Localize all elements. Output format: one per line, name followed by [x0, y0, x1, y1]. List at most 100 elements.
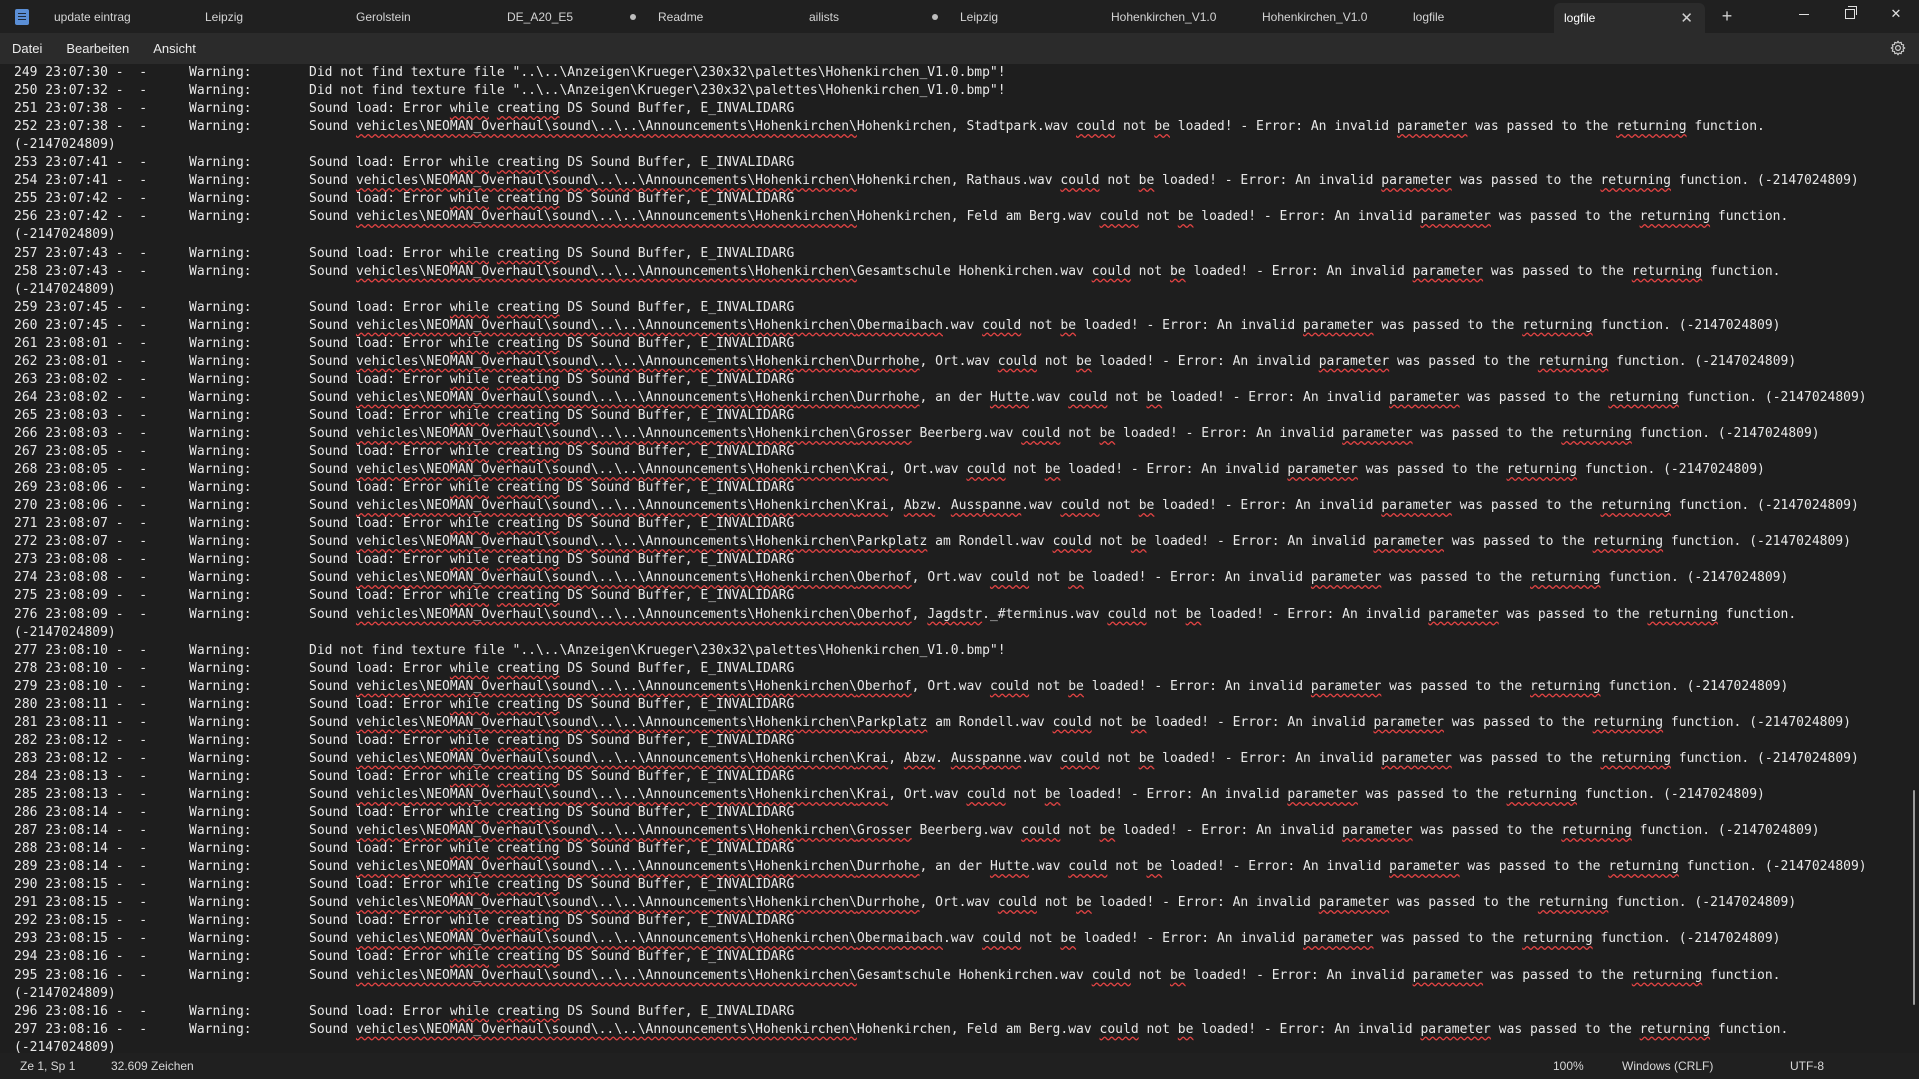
log-timestamp: 277 23:08:10 - - — [14, 642, 148, 658]
log-timestamp: 282 23:08:12 - - — [14, 732, 148, 748]
log-timestamp: 276 23:08:09 - - — [14, 606, 148, 622]
menu-edit[interactable]: Bearbeiten — [54, 33, 141, 64]
log-timestamp: 261 23:08:01 - - — [14, 335, 148, 351]
log-timestamp: (-2147024809) — [14, 1039, 116, 1053]
log-level: Warning: — [189, 498, 252, 514]
log-level: Warning: — [189, 841, 252, 857]
log-level: Warning: — [189, 877, 252, 893]
log-timestamp: 290 23:08:15 - - — [14, 877, 148, 893]
log-message: Sound vehicles\NEOMAN_Overhaul\sound\..\… — [309, 173, 1859, 189]
tab-9[interactable]: logfile — [1403, 0, 1554, 33]
log-level: Warning: — [189, 732, 252, 748]
maximize-button[interactable] — [1827, 0, 1873, 28]
tab-7[interactable]: Hohenkirchen_V1.0 — [1101, 0, 1252, 33]
tab-2[interactable]: Gerolstein — [346, 0, 497, 33]
tab-label: logfile — [1413, 9, 1445, 24]
tab-3[interactable]: DE_A20_E5 — [497, 0, 648, 33]
log-message: Sound vehicles\NEOMAN_Overhaul\sound\..\… — [309, 859, 1867, 875]
minimize-button[interactable] — [1781, 0, 1827, 28]
tab-label: Readme — [658, 9, 704, 24]
log-level: Warning: — [189, 444, 252, 460]
log-message: Sound load: Error while creating DS Soun… — [309, 732, 795, 748]
log-timestamp: 284 23:08:13 - - — [14, 768, 148, 784]
log-level: Warning: — [189, 895, 252, 911]
tab-0[interactable]: update eintrag — [44, 0, 195, 33]
log-timestamp: 270 23:08:06 - - — [14, 498, 148, 514]
log-level: Warning: — [189, 823, 252, 839]
log-message: Sound vehicles\NEOMAN_Overhaul\sound\..\… — [309, 209, 1789, 225]
log-timestamp: 292 23:08:15 - - — [14, 913, 148, 929]
zoom-level[interactable]: 100% — [1553, 1059, 1584, 1073]
log-message: Sound vehicles\NEOMAN_Overhaul\sound\..\… — [309, 678, 1789, 694]
log-message: Sound vehicles\NEOMAN_Overhaul\sound\..\… — [309, 1021, 1789, 1037]
log-level: Warning: — [189, 714, 252, 730]
log-message: Sound load: Error while creating DS Soun… — [309, 407, 795, 423]
log-level: Warning: — [189, 805, 252, 821]
log-message: Sound load: Error while creating DS Soun… — [309, 444, 795, 460]
settings-button[interactable] — [1889, 39, 1907, 57]
menu-file[interactable]: Datei — [0, 33, 54, 64]
cursor-position[interactable]: Ze 1, Sp 1 — [20, 1059, 75, 1073]
menu-view[interactable]: Ansicht — [141, 33, 208, 64]
log-level: Warning: — [189, 913, 252, 929]
line-ending[interactable]: Windows (CRLF) — [1622, 1059, 1713, 1073]
log-level: Warning: — [189, 534, 252, 550]
log-message: Sound load: Error while creating DS Soun… — [309, 768, 795, 784]
log-message: Sound load: Error while creating DS Soun… — [309, 299, 795, 315]
log-level: Warning: — [189, 1021, 252, 1037]
close-window-button[interactable]: ✕ — [1873, 0, 1919, 28]
tab-label: logfile — [1564, 11, 1596, 25]
log-level: Warning: — [189, 768, 252, 784]
log-message: Did not find texture file "..\..\Anzeige… — [309, 65, 1006, 80]
log-message: Sound load: Error while creating DS Soun… — [309, 841, 795, 857]
log-timestamp: 294 23:08:16 - - — [14, 949, 148, 965]
character-count: 32.609 Zeichen — [111, 1059, 194, 1073]
log-level: Warning: — [189, 389, 252, 405]
tab-6[interactable]: Leipzig — [950, 0, 1101, 33]
log-level: Warning: — [189, 83, 252, 99]
log-level: Warning: — [189, 263, 252, 279]
log-level: Warning: — [189, 1003, 252, 1019]
log-timestamp: 286 23:08:14 - - — [14, 805, 148, 821]
log-timestamp: 257 23:07:43 - - — [14, 245, 148, 261]
log-level: Warning: — [189, 371, 252, 387]
log-timestamp: 250 23:07:32 - - — [14, 83, 148, 99]
tab-8[interactable]: Hohenkirchen_V1.0 — [1252, 0, 1403, 33]
log-timestamp: 268 23:08:05 - - — [14, 462, 148, 478]
log-message: Sound load: Error while creating DS Soun… — [309, 588, 795, 604]
minimize-icon — [1799, 13, 1809, 15]
log-timestamp: 295 23:08:16 - - — [14, 967, 148, 983]
log-level: Warning: — [189, 696, 252, 712]
log-level: Warning: — [189, 155, 252, 171]
tab-10[interactable]: logfile ✕ — [1554, 3, 1705, 33]
tab-label: update eintrag — [54, 9, 131, 24]
new-tab-button[interactable]: + — [1705, 0, 1749, 33]
vertical-scrollbar[interactable] — [1913, 790, 1915, 1005]
notepad-window: update eintrag Leipzig Gerolstein DE_A20_E5… — [0, 0, 1919, 1079]
log-timestamp: 285 23:08:13 - - — [14, 787, 148, 802]
log-message: Sound vehicles\NEOMAN_Overhaul\sound\..\… — [309, 606, 1797, 622]
tab-1[interactable]: Leipzig — [195, 0, 346, 33]
log-message: Did not find texture file "..\..\Anzeige… — [309, 642, 1006, 658]
unsaved-dot-icon — [630, 13, 636, 20]
log-timestamp: (-2147024809) — [14, 624, 116, 640]
tab-label: Gerolstein — [356, 9, 411, 24]
log-timestamp: 297 23:08:16 - - — [14, 1021, 148, 1037]
restore-icon — [1845, 6, 1857, 19]
log-level: Warning: — [189, 606, 252, 622]
log-message: Sound vehicles\NEOMAN_Overhaul\sound\..\… — [309, 750, 1859, 766]
encoding[interactable]: UTF-8 — [1790, 1059, 1824, 1073]
tab-4[interactable]: Readme — [648, 0, 799, 33]
close-tab-icon[interactable]: ✕ — [1680, 9, 1693, 27]
log-level: Warning: — [189, 678, 252, 694]
log-message: Sound load: Error while creating DS Soun… — [309, 660, 795, 676]
log-level: Warning: — [189, 750, 252, 766]
text-editor[interactable]: 249 23:07:30 - - Warning: Did not find tex… — [0, 64, 1919, 1053]
log-message: Sound load: Error while creating DS Soun… — [309, 155, 795, 171]
window-controls: ✕ — [1781, 0, 1919, 28]
tab-5[interactable]: ailists — [799, 0, 950, 33]
log-timestamp: 288 23:08:14 - - — [14, 841, 148, 857]
log-level: Warning: — [189, 317, 252, 333]
log-message: Sound load: Error while creating DS Soun… — [309, 1003, 795, 1019]
log-message: Sound vehicles\NEOMAN_Overhaul\sound\..\… — [309, 823, 1820, 839]
